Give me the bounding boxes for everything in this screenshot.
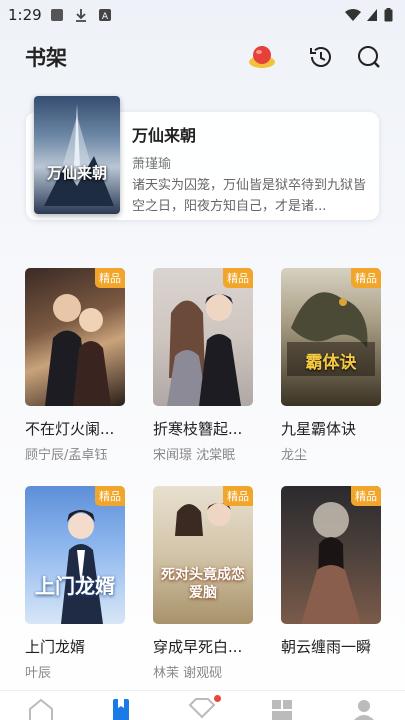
profile-icon[interactable] — [350, 697, 378, 720]
premium-badge: 精品 — [95, 268, 125, 288]
welfare-icon[interactable] — [188, 697, 216, 720]
status-time: 1:29 — [8, 6, 42, 24]
book-cover[interactable]: 精品 — [153, 268, 253, 406]
book-author: 林茉 谢观砚 — [153, 666, 223, 681]
history-icon[interactable] — [306, 42, 336, 72]
featured-book-cover[interactable]: 万仙来朝 — [34, 96, 120, 214]
featured-book-description: 诸天实为囚笼，万仙皆是狱卒待到九狱皆空之日，阳夜方知自己，才是诸... — [132, 178, 367, 214]
home-icon[interactable] — [27, 697, 55, 720]
book-cover-art — [301, 502, 361, 624]
gift-cake-icon[interactable] — [247, 42, 277, 72]
book-title: 穿成早死白... — [153, 638, 243, 656]
book-author: 宋闻璟 沈棠眠 — [153, 448, 236, 463]
book-cover-art — [167, 294, 241, 406]
notification-dot — [214, 695, 221, 702]
premium-badge: 精品 — [351, 268, 381, 288]
book-item[interactable]: 霸体诀 精品 九星霸体诀 龙尘 — [281, 268, 381, 463]
category-icon[interactable] — [268, 697, 296, 720]
featured-book-card[interactable]: 万仙来朝 万仙来朝 萧瑾瑜 诸天实为囚笼，万仙皆是狱卒待到九狱皆空之日，阳夜方知… — [26, 96, 379, 220]
book-title: 折寒枝簪起... — [153, 420, 243, 438]
wifi-icon — [345, 8, 361, 21]
download-icon — [76, 9, 86, 22]
search-icon[interactable] — [354, 42, 384, 72]
book-item[interactable]: 上门龙婿 精品 上门龙婿 叶辰 — [25, 486, 125, 681]
notification-app-icon — [51, 9, 63, 21]
book-cover-title: 死对头竟成恋爱脑 — [161, 567, 245, 601]
signal-icon — [367, 9, 377, 21]
book-cover-art — [45, 294, 111, 406]
book-cover[interactable]: 精品 — [25, 268, 125, 406]
book-cover-art — [61, 510, 103, 624]
header: 书架 — [0, 38, 405, 74]
battery-icon — [384, 8, 393, 22]
featured-cover-art — [44, 104, 114, 206]
premium-badge: 精品 — [351, 486, 381, 506]
book-author: 顾宁辰/孟卓钰 — [25, 448, 108, 463]
featured-book-author: 萧瑾瑜 — [132, 157, 172, 172]
bookshelf-icon[interactable] — [107, 697, 135, 720]
book-title: 九星霸体诀 — [281, 420, 357, 438]
svg-text:A: A — [102, 12, 109, 22]
book-cover[interactable]: 上门龙婿 精品 — [25, 486, 125, 624]
book-cover[interactable]: 精品 — [281, 486, 381, 624]
book-cover-title: 霸体诀 — [305, 353, 357, 373]
book-title: 朝云缠雨一瞬 — [281, 638, 372, 656]
featured-cover-title: 万仙来朝 — [46, 164, 107, 182]
book-author: 叶辰 — [25, 666, 52, 681]
bottom-tab-bar — [0, 690, 405, 720]
book-cover-art — [175, 502, 231, 536]
premium-badge: 精品 — [95, 486, 125, 506]
book-cover-art — [287, 292, 375, 376]
book-cover-title: 上门龙婿 — [35, 574, 115, 598]
book-item[interactable]: 死对头竟成恋爱脑 精品 穿成早死白... 林茉 谢观砚 — [153, 486, 253, 681]
book-cover[interactable]: 霸体诀 精品 — [281, 268, 381, 406]
book-author: 龙尘 — [281, 448, 308, 463]
book-item[interactable]: 精品 折寒枝簪起... 宋闻璟 沈棠眠 — [153, 268, 253, 463]
font-app-icon: A — [99, 9, 111, 22]
premium-badge: 精品 — [223, 486, 253, 506]
page-title: 书架 — [25, 46, 67, 70]
featured-book-title: 万仙来朝 — [132, 126, 197, 145]
book-title: 不在灯火阑... — [25, 420, 115, 438]
status-bar: 1:29 A — [0, 0, 405, 30]
premium-badge: 精品 — [223, 268, 253, 288]
book-title: 上门龙婿 — [25, 638, 86, 656]
book-cover[interactable]: 死对头竟成恋爱脑 精品 — [153, 486, 253, 624]
book-item[interactable]: 精品 不在灯火阑... 顾宁辰/孟卓钰 — [25, 268, 125, 463]
book-item[interactable]: 精品 朝云缠雨一瞬 — [281, 486, 381, 662]
